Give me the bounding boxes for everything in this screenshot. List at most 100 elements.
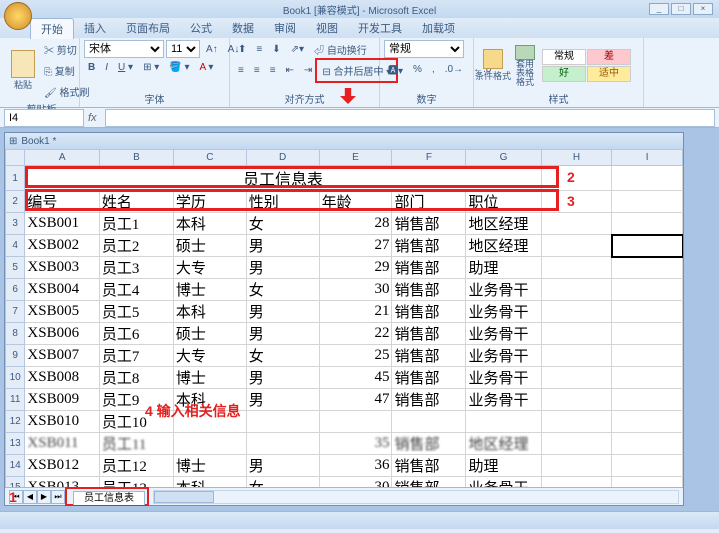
cell[interactable] xyxy=(541,367,612,389)
cell[interactable]: 地区经理 xyxy=(466,213,541,235)
cell[interactable]: 22 xyxy=(319,323,392,345)
cell[interactable]: 助理 xyxy=(466,455,541,477)
cell[interactable]: 销售部 xyxy=(392,301,466,323)
cell[interactable]: 销售部 xyxy=(392,257,466,279)
cell[interactable]: 销售部 xyxy=(392,477,466,488)
number-format-select[interactable]: 常规 xyxy=(384,40,464,58)
row-header[interactable]: 15 xyxy=(6,477,25,488)
align-top-button[interactable]: ⬆ xyxy=(234,42,250,57)
horizontal-scrollbar[interactable] xyxy=(153,490,679,504)
cell[interactable]: 业务骨干 xyxy=(466,389,541,411)
row-header[interactable]: 10 xyxy=(6,367,25,389)
increase-decimal-button[interactable]: .0→ xyxy=(441,62,467,77)
cell[interactable]: 21 xyxy=(319,301,392,323)
cell[interactable]: 女 xyxy=(246,345,319,367)
increase-font-button[interactable]: A↑ xyxy=(202,42,222,57)
cell[interactable] xyxy=(612,213,683,235)
formula-input[interactable] xyxy=(105,109,715,127)
cell[interactable]: 销售部 xyxy=(392,323,466,345)
cell[interactable] xyxy=(541,191,612,213)
cell[interactable]: 销售部 xyxy=(392,345,466,367)
select-all-corner[interactable] xyxy=(6,150,25,166)
maximize-button[interactable]: □ xyxy=(671,3,691,15)
name-box[interactable] xyxy=(4,109,84,127)
row-header[interactable]: 9 xyxy=(6,345,25,367)
cell[interactable]: 职位 xyxy=(466,191,541,213)
cell[interactable]: 员工11 xyxy=(99,433,173,455)
cell[interactable]: 本科 xyxy=(173,301,246,323)
wrap-text-button[interactable]: ⏎ 自动换行 xyxy=(310,40,371,59)
cell[interactable]: 博士 xyxy=(173,455,246,477)
paste-button[interactable]: 粘贴 xyxy=(8,48,38,94)
cell[interactable]: 员工2 xyxy=(99,235,173,257)
orientation-button[interactable]: ⇗▾ xyxy=(287,42,308,57)
col-header[interactable]: D xyxy=(246,150,319,166)
col-header[interactable]: F xyxy=(392,150,466,166)
cell[interactable] xyxy=(541,455,612,477)
cell[interactable]: XSB013 xyxy=(25,477,100,488)
style-bad[interactable]: 差 xyxy=(587,49,631,65)
cell[interactable]: XSB003 xyxy=(25,257,100,279)
row-header[interactable]: 1 xyxy=(6,166,25,191)
cell[interactable]: 硕士 xyxy=(173,235,246,257)
col-header[interactable]: A xyxy=(25,150,100,166)
cell[interactable]: 男 xyxy=(246,455,319,477)
cell[interactable]: XSB007 xyxy=(25,345,100,367)
comma-button[interactable]: , xyxy=(428,62,439,77)
italic-button[interactable]: I xyxy=(101,60,112,75)
cell[interactable] xyxy=(612,323,683,345)
cell[interactable]: 地区经理 xyxy=(466,433,541,455)
cell[interactable]: 45 xyxy=(319,367,392,389)
tab-addins[interactable]: 加载项 xyxy=(412,18,465,38)
sheet-tab[interactable]: 员工信息表 xyxy=(73,491,145,505)
cell[interactable]: 性别 xyxy=(246,191,319,213)
tab-nav-last[interactable]: ⏭ xyxy=(51,490,65,504)
cell[interactable]: 硕士 xyxy=(173,323,246,345)
cell[interactable] xyxy=(466,411,541,433)
cell[interactable] xyxy=(173,433,246,455)
fx-icon[interactable]: fx xyxy=(84,112,101,124)
cell[interactable]: 部门 xyxy=(392,191,466,213)
office-button[interactable] xyxy=(4,2,32,30)
cell[interactable]: 博士 xyxy=(173,279,246,301)
tab-developer[interactable]: 开发工具 xyxy=(348,18,412,38)
cell[interactable] xyxy=(541,279,612,301)
row-header[interactable]: 4 xyxy=(6,235,25,257)
align-center-button[interactable]: ≡ xyxy=(250,63,264,78)
cell[interactable]: 男 xyxy=(246,235,319,257)
tab-page-layout[interactable]: 页面布局 xyxy=(116,18,180,38)
style-normal[interactable]: 常规 xyxy=(542,49,586,65)
tab-nav-prev[interactable]: ◀ xyxy=(23,490,37,504)
close-button[interactable]: × xyxy=(693,3,713,15)
cell[interactable]: 销售部 xyxy=(392,235,466,257)
cell[interactable] xyxy=(541,323,612,345)
cell[interactable]: 员工3 xyxy=(99,257,173,279)
cell[interactable]: 女 xyxy=(246,477,319,488)
cell[interactable]: 助理 xyxy=(466,257,541,279)
cell[interactable] xyxy=(612,279,683,301)
cell[interactable] xyxy=(541,389,612,411)
cell[interactable]: 业务骨干 xyxy=(466,367,541,389)
tab-data[interactable]: 数据 xyxy=(222,18,264,38)
cell[interactable] xyxy=(392,411,466,433)
underline-button[interactable]: U ▾ xyxy=(114,60,137,75)
cell[interactable]: XSB008 xyxy=(25,367,100,389)
minimize-button[interactable]: _ xyxy=(649,3,669,15)
cell[interactable]: 大专 xyxy=(173,345,246,367)
cell-styles-gallery[interactable]: 常规 差 好 适中 xyxy=(542,49,631,82)
cell[interactable]: 本科 xyxy=(173,477,246,488)
align-right-button[interactable]: ≡ xyxy=(266,63,280,78)
cell[interactable] xyxy=(612,191,683,213)
tab-insert[interactable]: 插入 xyxy=(74,18,116,38)
cell[interactable]: 35 xyxy=(319,433,392,455)
bold-button[interactable]: B xyxy=(84,60,99,75)
tab-review[interactable]: 审阅 xyxy=(264,18,306,38)
cell[interactable]: 30 xyxy=(319,279,392,301)
cell[interactable]: 29 xyxy=(319,257,392,279)
col-header[interactable]: H xyxy=(541,150,612,166)
cell[interactable]: XSB001 xyxy=(25,213,100,235)
tab-formulas[interactable]: 公式 xyxy=(180,18,222,38)
row-header[interactable]: 5 xyxy=(6,257,25,279)
row-header[interactable]: 6 xyxy=(6,279,25,301)
cell[interactable]: XSB012 xyxy=(25,455,100,477)
